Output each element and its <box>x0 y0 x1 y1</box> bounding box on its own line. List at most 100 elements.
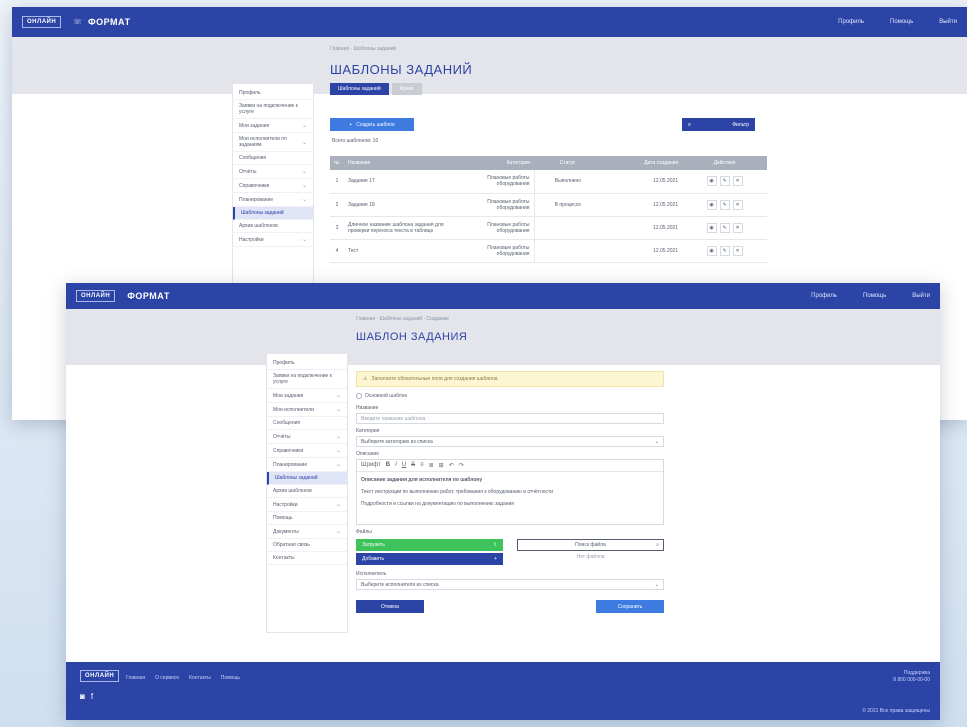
underline-icon[interactable]: U <box>402 462 406 469</box>
sidebar-item-templates[interactable]: Шаблоны заданий <box>267 472 347 485</box>
list-icon[interactable]: ≡ <box>420 462 424 469</box>
row-name[interactable]: Задание 18 <box>344 193 464 217</box>
sidebar-item-templates-archive[interactable]: Архив шаблонов <box>267 485 347 498</box>
edit-icon[interactable]: ✎ <box>719 199 730 210</box>
nav-help[interactable]: Помощь <box>863 293 886 299</box>
sidebar-item-directories[interactable]: Справочники ⌄ <box>267 444 347 458</box>
row-name[interactable]: Тест <box>344 239 464 263</box>
sidebar-item-label: Обратная связь <box>273 542 310 548</box>
tab-templates[interactable]: Шаблоны заданий <box>330 83 389 95</box>
rich-text-editor[interactable]: Шрифт B I U S ≡ ≣ ⊞ ↶ ↷ Описание задания… <box>356 459 664 525</box>
sidebar-item-reports[interactable]: Отчёты ⌄ <box>267 430 347 444</box>
executor-select[interactable]: Выберите исполнителя из списка ⌄ <box>356 579 664 590</box>
footer-logo[interactable]: ОНЛАЙН <box>80 670 120 682</box>
breadcrumb[interactable]: Главная · Шаблоны заданий · Создание <box>356 316 449 322</box>
col-status[interactable]: Статус <box>534 156 602 170</box>
sidebar-item-directories[interactable]: Справочники ⌄ <box>233 179 313 193</box>
category-select[interactable]: Выберите категорию из списка ⌄ <box>356 436 664 447</box>
cancel-button[interactable]: Отмена <box>356 600 424 613</box>
view-icon[interactable]: ◉ <box>706 199 717 210</box>
sidebar-item-tasks[interactable]: Мои задания ⌄ <box>267 389 347 403</box>
col-name[interactable]: Название <box>344 156 464 170</box>
table-icon[interactable]: ⊞ <box>439 462 444 469</box>
sidebar-item-planning[interactable]: Планирование ⌄ <box>267 458 347 472</box>
upload-button[interactable]: Загрузить ⇧ <box>356 539 503 551</box>
chevron-down-icon: ⌄ <box>654 438 659 445</box>
view-icon[interactable]: ◉ <box>706 245 717 256</box>
row-name[interactable]: Задание 17 <box>344 170 464 194</box>
sidebar-item-label: Справочники <box>273 447 304 454</box>
sidebar-item-help[interactable]: Помощь <box>267 512 347 525</box>
table-row[interactable]: 4 Тест Плановые работы оборудования 12.0… <box>330 239 767 263</box>
table-row[interactable]: 2 Задание 18 Плановые работы оборудовани… <box>330 193 767 217</box>
delete-icon[interactable]: ✕ <box>732 176 743 187</box>
sidebar-item-reports[interactable]: Отчёты ⌄ <box>233 165 313 179</box>
editor-body[interactable]: Описание задания для исполнителя по шабл… <box>357 472 663 524</box>
support-phone[interactable]: 8 800 000-00-00 <box>893 677 930 684</box>
breadcrumb[interactable]: Главная · Шаблоны заданий <box>330 46 396 52</box>
logo[interactable]: ОНЛАЙН <box>22 16 62 28</box>
create-template-button[interactable]: + Создать шаблон <box>330 118 414 131</box>
nav-logout[interactable]: Выйти <box>912 293 930 299</box>
font-select[interactable]: Шрифт <box>361 462 381 469</box>
editor-toolbar: Шрифт B I U S ≡ ≣ ⊞ ↶ ↷ <box>357 460 663 472</box>
sidebar-item-templates[interactable]: Шаблоны заданий <box>233 207 313 220</box>
footer-link-help[interactable]: Помощь <box>221 675 240 681</box>
sidebar-item-settings[interactable]: Настройки ⌄ <box>233 233 313 247</box>
delete-icon[interactable]: ✕ <box>732 245 743 256</box>
col-date[interactable]: Дата создания <box>601 156 683 170</box>
sidebar-item-profile[interactable]: Профиль <box>233 87 313 100</box>
row-name[interactable]: Длинное название шаблона задания для про… <box>344 216 464 240</box>
italic-icon[interactable]: I <box>395 462 397 469</box>
chevron-down-icon: ⌄ <box>335 448 341 454</box>
name-label: Название <box>356 405 379 411</box>
edit-icon[interactable]: ✎ <box>719 176 730 187</box>
redo-icon[interactable]: ↷ <box>459 462 464 469</box>
delete-icon[interactable]: ✕ <box>732 222 743 233</box>
add-button[interactable]: Добавить + <box>356 553 503 565</box>
save-button[interactable]: Сохранить <box>596 600 664 613</box>
col-category[interactable]: Категория <box>464 156 534 170</box>
nav-logout[interactable]: Выйти <box>939 19 957 25</box>
sidebar-item-executors[interactable]: Мои исполнители ⌄ <box>267 403 347 417</box>
footer-link-about[interactable]: О сервисе <box>155 675 179 681</box>
align-icon[interactable]: ≣ <box>429 462 434 469</box>
tab-archive[interactable]: Архив <box>391 83 422 95</box>
sidebar-item-contacts[interactable]: Контакты <box>267 552 347 565</box>
delete-icon[interactable]: ✕ <box>732 199 743 210</box>
col-num[interactable]: № <box>330 156 344 170</box>
sidebar-item-documents[interactable]: Документы ⌄ <box>267 525 347 539</box>
sidebar-item-profile[interactable]: Профиль <box>267 357 347 370</box>
footer-link-home[interactable]: Главная <box>126 675 145 681</box>
edit-icon[interactable]: ✎ <box>719 222 730 233</box>
footer-link-contacts[interactable]: Контакты <box>189 675 211 681</box>
file-search-input[interactable]: Поиск файла ⌕ <box>517 539 664 551</box>
sidebar-item-executors[interactable]: Мои исполнители по заданиям ⌄ <box>233 133 313 152</box>
sidebar-item-tasks[interactable]: Мои задания ⌄ <box>233 119 313 133</box>
table-row[interactable]: 1 Задание 17 Плановые работы оборудовани… <box>330 170 767 194</box>
edit-icon[interactable]: ✎ <box>719 245 730 256</box>
sidebar-item-messages[interactable]: Сообщения <box>267 417 347 430</box>
facebook-icon[interactable]: f <box>91 692 93 701</box>
sidebar-item-messages[interactable]: Сообщения <box>233 152 313 165</box>
sidebar-item-settings[interactable]: Настройки ⌄ <box>267 498 347 512</box>
logo[interactable]: ОНЛАЙН <box>76 290 116 302</box>
view-icon[interactable]: ◉ <box>706 222 717 233</box>
table-row[interactable]: 3 Длинное название шаблона задания для п… <box>330 216 767 240</box>
sidebar-item-requests[interactable]: Заявки на подключение к услуге <box>233 100 313 119</box>
sidebar-item-requests[interactable]: Заявки на подключение к услуге <box>267 370 347 389</box>
sidebar-item-planning[interactable]: Планирование ⌄ <box>233 193 313 207</box>
name-field[interactable]: Введите название шаблона <box>356 413 664 424</box>
sidebar-item-feedback[interactable]: Обратная связь <box>267 539 347 552</box>
undo-icon[interactable]: ↶ <box>449 462 454 469</box>
main-template-radio[interactable]: Основной шаблон <box>356 393 664 399</box>
nav-profile[interactable]: Профиль <box>838 19 864 25</box>
strike-icon[interactable]: S <box>411 462 415 469</box>
filter-button[interactable]: ≡ Фильтр <box>682 118 755 131</box>
view-icon[interactable]: ◉ <box>706 176 717 187</box>
sidebar-item-templates-archive[interactable]: Архив шаблонов <box>233 220 313 233</box>
bold-icon[interactable]: B <box>386 462 390 469</box>
vk-icon[interactable]: ◙ <box>80 692 85 701</box>
nav-help[interactable]: Помощь <box>890 19 913 25</box>
nav-profile[interactable]: Профиль <box>811 293 837 299</box>
